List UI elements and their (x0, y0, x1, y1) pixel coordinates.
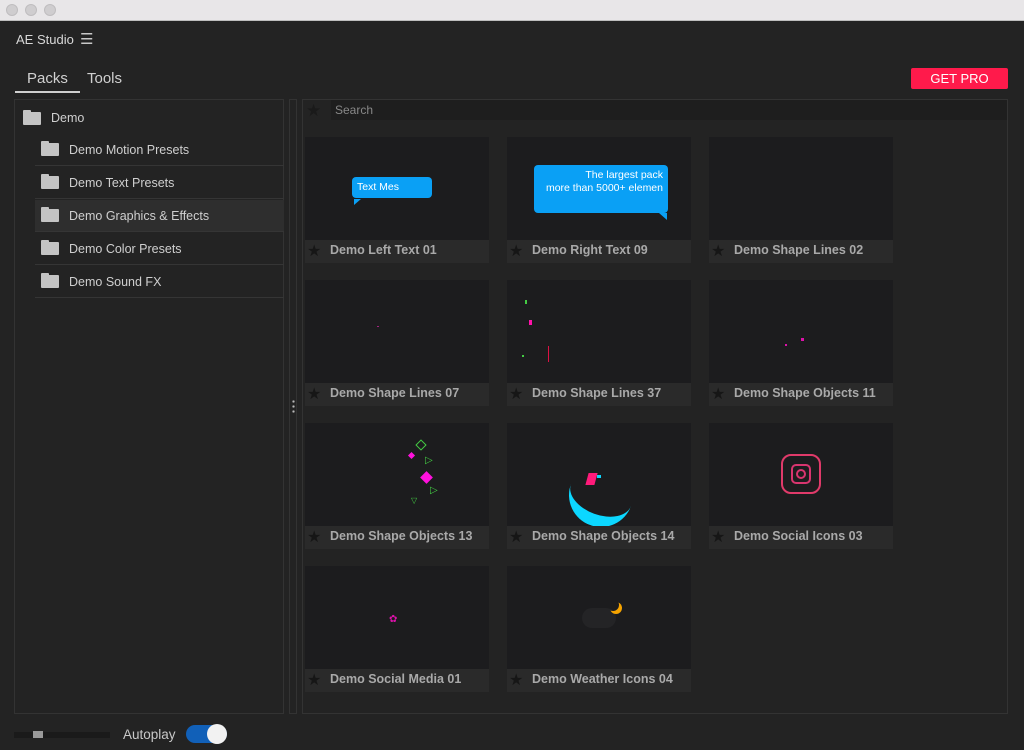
folder-icon (41, 207, 59, 222)
preset-label: Demo Right Text 09 (532, 243, 648, 257)
favorite-star-icon[interactable]: ★ (711, 241, 725, 261)
tree-item-label: Demo Color Presets (69, 241, 182, 256)
preset-label: Demo Shape Objects 13 (330, 529, 473, 543)
tree-item-label: Demo Sound FX (69, 274, 162, 289)
preset-card[interactable]: ★ Demo Shape Objects 11 (709, 280, 893, 406)
preset-preview[interactable] (507, 566, 691, 669)
favorite-star-icon[interactable]: ★ (307, 527, 321, 547)
tree-item-label: Demo Motion Presets (69, 142, 190, 157)
toggle-knob (207, 724, 227, 744)
get-pro-button[interactable]: GET PRO (911, 68, 1008, 89)
preset-card[interactable]: Text Mes ★ Demo Left Text 01 (305, 137, 489, 263)
folder-icon (41, 174, 59, 189)
tree-item-label: Demo Graphics & Effects (69, 208, 210, 223)
preset-label: Demo Shape Lines 37 (532, 386, 662, 400)
preset-card[interactable]: ★ Demo Weather Icons 04 (507, 566, 691, 692)
tab-tools[interactable]: Tools (87, 70, 122, 87)
favorite-star-icon[interactable]: ★ (509, 241, 523, 261)
autoplay-toggle[interactable] (186, 724, 227, 744)
preset-preview[interactable] (507, 423, 691, 526)
preset-card[interactable]: ★ Demo Shape Lines 07 (305, 280, 489, 406)
preset-label: Demo Shape Lines 07 (330, 386, 460, 400)
preset-preview[interactable] (709, 423, 893, 526)
favorite-star-icon[interactable]: ★ (307, 241, 321, 261)
tree-item[interactable]: Demo Graphics & Effects (35, 200, 284, 232)
preset-preview[interactable]: Text Mes (305, 137, 489, 240)
preset-preview[interactable] (507, 280, 691, 383)
preset-preview[interactable]: ✿ (305, 566, 489, 669)
preset-label: Demo Weather Icons 04 (532, 672, 673, 686)
preset-label: Demo Social Media 01 (330, 672, 462, 686)
thumbnail-size-slider[interactable] (14, 731, 110, 738)
search-input[interactable] (331, 100, 1007, 120)
preset-preview[interactable] (709, 280, 893, 383)
preset-card[interactable]: ★ Demo Shape Lines 02 (709, 137, 893, 263)
preset-card[interactable]: ✿ ★ Demo Social Media 01 (305, 566, 489, 692)
window-titlebar (0, 0, 1024, 21)
preset-card[interactable]: The largest pack more than 5000+ elemen ★… (507, 137, 691, 263)
preset-preview[interactable]: ▷ ▷ ▽ (305, 423, 489, 526)
favorite-star-icon[interactable]: ★ (307, 670, 321, 690)
favorites-filter-star-icon[interactable]: ★ (306, 101, 321, 121)
close-window-button[interactable] (6, 4, 18, 16)
preset-label: Demo Shape Objects 14 (532, 529, 675, 543)
favorite-star-icon[interactable]: ★ (509, 670, 523, 690)
tree-item[interactable]: Demo Sound FX (35, 266, 284, 298)
drag-grip-icon[interactable] (292, 399, 295, 415)
preset-card[interactable]: ★ Demo Social Icons 03 (709, 423, 893, 549)
preview-bubble: The largest pack more than 5000+ elemen (534, 165, 668, 213)
maximize-window-button[interactable] (44, 4, 56, 16)
folder-icon (41, 240, 59, 255)
hamburger-icon[interactable]: ☰ (80, 30, 93, 48)
preset-label: Demo Social Icons 03 (734, 529, 863, 543)
tree-item-label: Demo (51, 111, 85, 125)
favorite-star-icon[interactable]: ★ (711, 527, 725, 547)
slider-handle[interactable] (33, 731, 43, 738)
tree-item[interactable]: Demo Motion Presets (35, 134, 284, 166)
preset-label: Demo Shape Lines 02 (734, 243, 864, 257)
preset-label: Demo Left Text 01 (330, 243, 437, 257)
favorite-star-icon[interactable]: ★ (509, 384, 523, 404)
preset-label: Demo Shape Objects 11 (734, 386, 876, 400)
favorite-star-icon[interactable]: ★ (307, 384, 321, 404)
preset-card[interactable]: ★ Demo Shape Objects 14 (507, 423, 691, 549)
tree-item[interactable]: Demo Text Presets (35, 167, 284, 199)
preset-card[interactable]: ▷ ▷ ▽ ★ Demo Shape Objects 13 (305, 423, 489, 549)
preset-card[interactable]: ★ Demo Shape Lines 37 (507, 280, 691, 406)
tab-packs[interactable]: Packs (15, 70, 80, 93)
tree-item-demo[interactable]: Demo (23, 102, 84, 134)
autoplay-label: Autoplay (123, 727, 176, 742)
favorite-star-icon[interactable]: ★ (509, 527, 523, 547)
app-title: AE Studio (16, 32, 74, 47)
favorite-star-icon[interactable]: ★ (711, 384, 725, 404)
pack-tree: Demo Demo Motion Presets Demo Text Preset… (14, 99, 284, 714)
tree-item-label: Demo Text Presets (69, 175, 175, 190)
minimize-window-button[interactable] (25, 4, 37, 16)
folder-icon (41, 141, 59, 156)
preview-bubble: Text Mes (352, 177, 432, 198)
folder-icon (41, 273, 59, 288)
tree-item[interactable]: Demo Color Presets (35, 233, 284, 265)
preset-preview[interactable] (305, 280, 489, 383)
preset-preview[interactable] (709, 137, 893, 240)
folder-icon (23, 109, 41, 125)
preset-preview[interactable]: The largest pack more than 5000+ elemen (507, 137, 691, 240)
